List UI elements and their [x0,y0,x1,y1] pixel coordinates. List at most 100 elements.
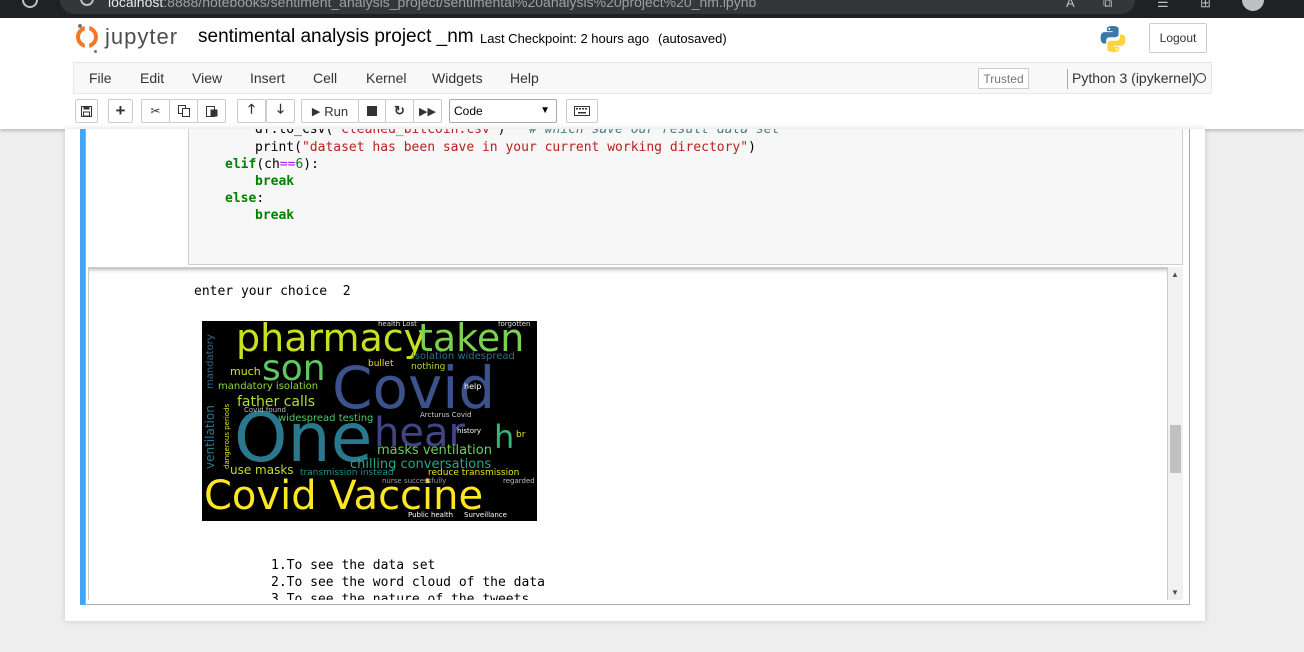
wordcloud-word: forgotten [498,321,531,328]
code-line: elif(ch==6): [225,157,319,172]
autosave-status: (autosaved) [658,31,727,46]
checkpoint-status: Last Checkpoint: 2 hours ago [480,31,650,46]
trusted-indicator[interactable]: Trusted [978,68,1029,89]
chevron-down-icon: ▼ [540,105,550,116]
menubar: File Edit View Insert Cell Kernel Widget… [73,62,1212,94]
wordcloud-word: regarded [503,477,535,485]
wordcloud-word: history [457,427,482,435]
cut-button[interactable]: ✂ [141,99,170,123]
cell-type-value: Code [454,104,483,118]
wordcloud-word: Public health [408,511,454,519]
jupyter-header: jupyter sentimental analysis project _nm… [0,18,1304,62]
jupyter-logo-text: jupyter [105,24,179,49]
save-icon [81,105,92,117]
wordcloud-word: transmission instead [300,468,394,478]
wordcloud-word: dangerous periods [223,403,231,469]
jupyter-logo[interactable]: jupyter [76,24,186,54]
insert-cell-button[interactable]: + [108,99,133,123]
browser-toolbar: localhost:8888/notebooks/sentiment_analy… [0,0,1304,18]
output-menu-line: 3.To see the nature of the tweets [271,592,530,600]
move-down-button[interactable]: 🡓 [266,99,295,123]
restart-button[interactable]: ↻ [385,99,414,123]
notebook-name[interactable]: sentimental analysis project _nm [198,26,474,48]
cell-output-area[interactable]: enter your choice 2 pharmacy taken son C… [88,267,1168,600]
reload-icon[interactable] [22,0,38,8]
interrupt-button[interactable] [358,99,386,123]
save-button[interactable] [75,99,98,123]
wordcloud-word: health Lost [378,321,417,328]
output-prompt-line: enter your choice 2 [194,284,351,299]
menu-toolbar-container: File Edit View Insert Cell Kernel Widget… [0,62,1304,129]
paste-button[interactable] [197,99,226,123]
scroll-up-arrow-icon[interactable]: ▲ [1171,270,1179,279]
url-text[interactable]: localhost:8888/notebooks/sentiment_analy… [108,0,756,10]
kernel-separator [1067,69,1068,89]
wordcloud-word: masks ventilation [377,443,492,458]
copy-button[interactable] [169,99,198,123]
wordcloud-word: help [464,382,482,391]
wordcloud-word: br [516,430,526,440]
menu-file[interactable]: File [89,70,112,86]
wordcloud-word: Surveillance [464,511,507,519]
menu-edit[interactable]: Edit [140,70,164,86]
restart-run-all-button[interactable]: ▶▶ [413,99,442,123]
wordcloud-word: widespread testing [278,413,374,424]
wordcloud-word: nurse successfully [382,477,447,485]
wordcloud-word: mandatory [205,334,216,389]
wordcloud-word: mandatory isolation [218,381,319,392]
wordcloud-word: Covid found [244,406,286,414]
wordcloud-word: bullet [368,359,394,369]
code-line: break [255,174,295,189]
notebook-toolbar: + ✂ 🡑 🡓 ▶ Run ↻ ▶▶ Code ▼ [73,97,1212,127]
stop-icon [367,106,377,116]
jupyter-logo-moon [94,50,97,53]
output-menu-line: 1.To see the data set [271,558,436,573]
run-label: Run [324,103,349,119]
extensions-icon[interactable]: ⧉ [1103,0,1112,11]
kernel-idle-indicator-icon [1196,73,1206,83]
jupyter-logo-moon [78,24,82,28]
arrow-down-icon: 🡓 [277,101,284,116]
favorites-icon[interactable]: ☰ [1157,0,1169,11]
python-logo-icon [1100,26,1126,52]
selected-cell-indicator [80,129,85,605]
profile-avatar-icon[interactable] [1242,0,1264,11]
wordcloud-word: use masks [230,463,294,477]
scroll-down-arrow-icon[interactable]: ▼ [1171,588,1179,597]
wordcloud-word: much [230,365,261,378]
menu-cell[interactable]: Cell [313,70,337,86]
wordcloud-word: ventilation [203,405,217,469]
play-icon: ▶ [311,105,321,118]
cell-type-select[interactable]: Code ▼ [449,99,557,123]
menu-widgets[interactable]: Widgets [432,70,483,86]
code-line: break [255,208,295,223]
keyboard-icon [574,106,590,116]
run-button[interactable]: ▶ Run [301,99,359,123]
menu-kernel[interactable]: Kernel [366,70,406,86]
wordcloud-word: h [494,418,515,456]
move-up-button[interactable]: 🡑 [237,99,266,123]
collections-icon[interactable]: ⊞ [1200,0,1211,11]
plus-icon: + [115,101,126,120]
output-scrollbar[interactable]: ▲ ▼ [1168,267,1183,600]
output-menu-line: 2.To see the word cloud of the data [271,575,545,590]
arrow-up-icon: 🡑 [248,101,255,116]
menu-help[interactable]: Help [510,70,539,86]
kernel-name: Python 3 (ipykernel) [1072,70,1197,86]
restart-icon: ↻ [394,103,405,118]
code-input-area[interactable]: df.to_csv('cleaned_bitcoin.csv') # which… [188,129,1183,265]
scissors-icon: ✂ [150,104,161,118]
menu-insert[interactable]: Insert [250,70,285,86]
menu-view[interactable]: View [192,70,222,86]
code-line: else: [225,191,265,206]
wordcloud-word: nothing [411,362,446,372]
copy-icon [177,105,190,117]
command-palette-button[interactable] [566,99,598,123]
logout-button[interactable]: Logout [1149,23,1207,53]
wordcloud-word: Arcturus Covid [420,411,472,419]
code-line: print("dataset has been save in your cur… [255,140,756,155]
paste-icon [205,106,217,117]
fast-forward-icon: ▶▶ [419,105,436,118]
scrollbar-thumb[interactable] [1170,425,1181,473]
read-aloud-icon[interactable]: A [1066,0,1075,10]
